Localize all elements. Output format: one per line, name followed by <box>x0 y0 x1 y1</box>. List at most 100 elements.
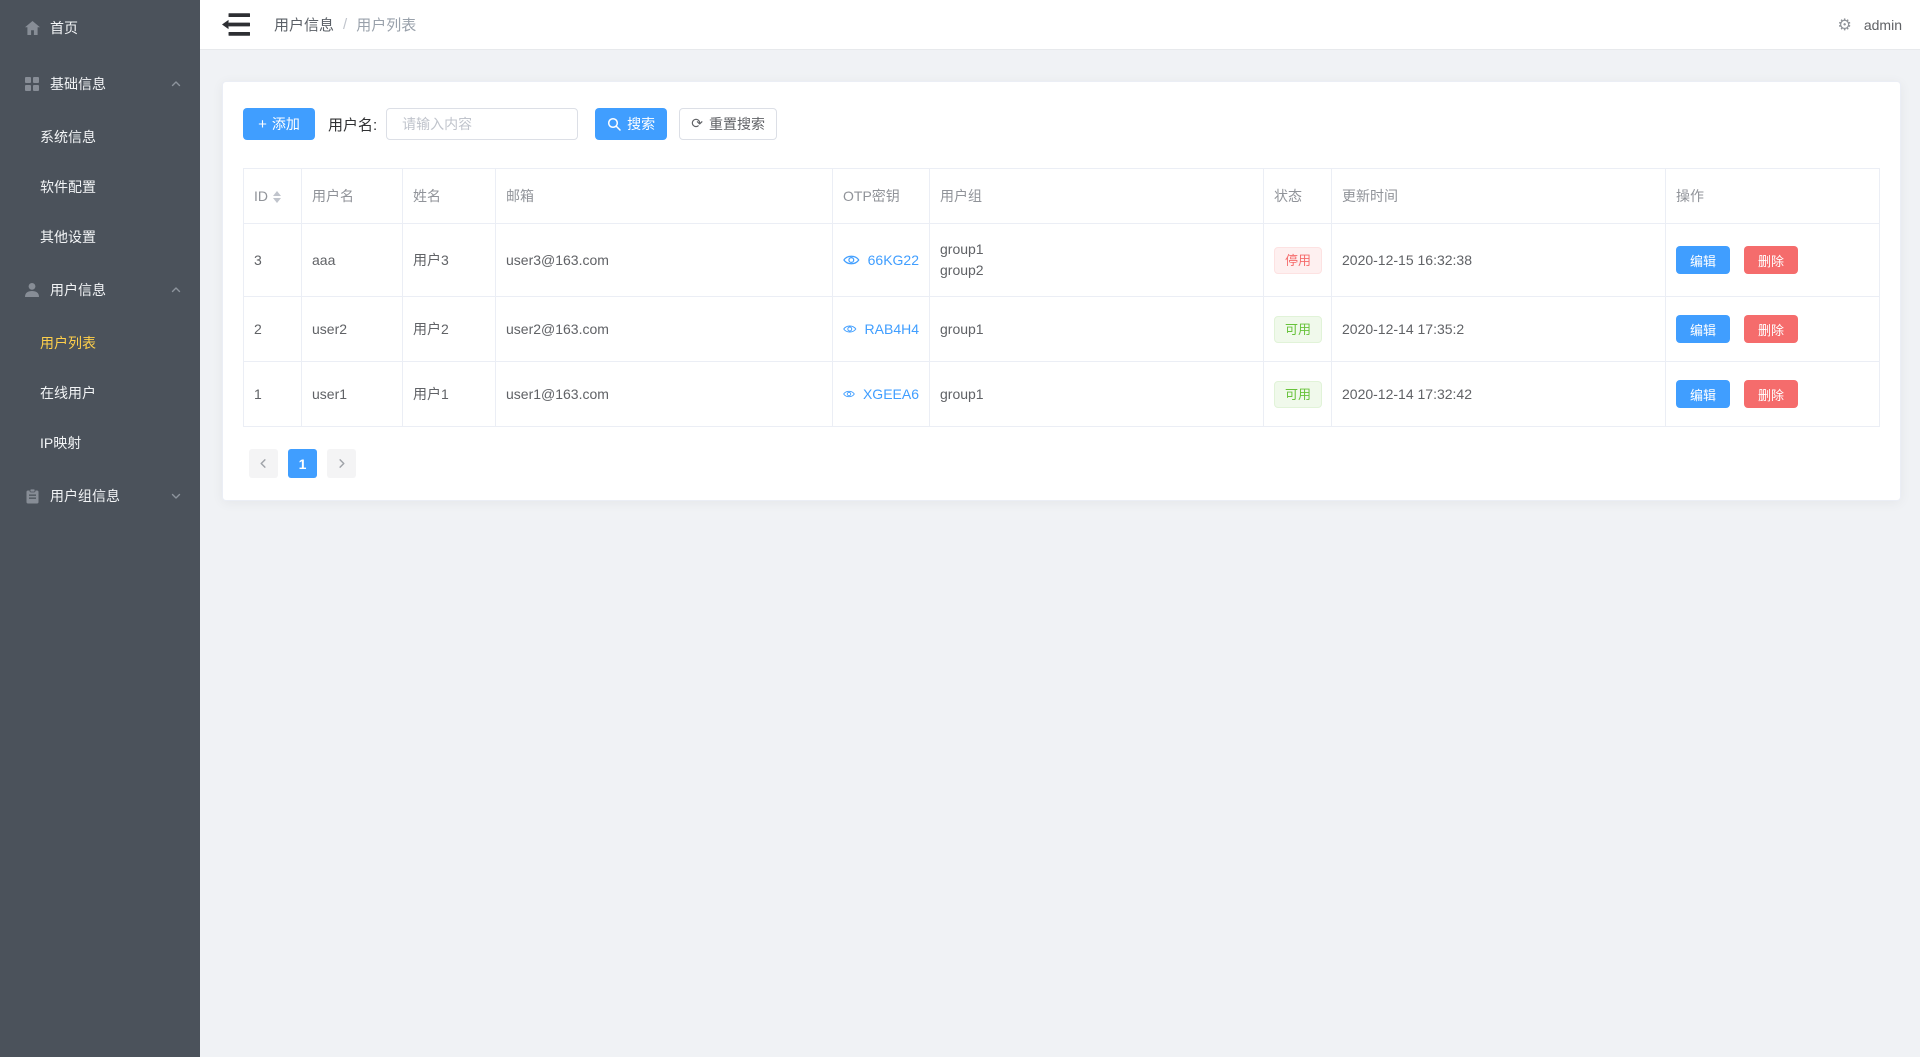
app-root: 首页 基础信息 系统信息 软件配置 其他设置 用户信息 用户列表 在线用户 IP映射 用户组信息 … <box>0 0 1920 1057</box>
breadcrumb-separator: / <box>343 16 348 33</box>
sidebar-subitem-other-settings[interactable]: 其他设置 <box>0 212 200 262</box>
delete-button[interactable]: 删除 <box>1744 315 1799 343</box>
sidebar-subitem-user-list[interactable]: 用户列表 <box>0 318 200 368</box>
chevron-down-icon <box>170 490 182 502</box>
sort-icon[interactable] <box>273 191 281 204</box>
group-name: group1 <box>940 241 984 257</box>
column-header-label: 操作 <box>1676 188 1704 204</box>
user-table: ID 用户名 姓名 邮箱 OTP密钥 用户组 状态 更新时间 操作 3 aaa 用户3 user3@1… <box>243 168 1880 427</box>
breadcrumb: 用户信息 / 用户列表 <box>274 14 416 35</box>
chevron-up-icon <box>170 284 182 296</box>
otp-key-link[interactable]: XGEEA6 <box>863 386 919 402</box>
column-header[interactable]: ID <box>243 168 302 224</box>
content-area: + 添加 用户名: 搜索 ⟳ 重置搜索 <box>200 50 1920 501</box>
cell-id: 2 <box>243 296 302 362</box>
toolbar: + 添加 用户名: 搜索 ⟳ 重置搜索 <box>243 108 1880 140</box>
sidebar: 首页基础信息系统信息软件配置其他设置用户信息用户列表在线用户 IP映射用户组信息 <box>0 0 200 1057</box>
chevron-right-icon <box>339 459 345 468</box>
column-header: 邮箱 <box>495 168 833 224</box>
pagination-page-1[interactable]: 1 <box>288 449 317 478</box>
edit-button[interactable]: 编辑 <box>1676 246 1731 274</box>
cell-actions: 编辑 删除 <box>1665 223 1880 297</box>
eye-icon[interactable] <box>843 322 857 336</box>
breadcrumb-item-user-list: 用户列表 <box>356 17 417 34</box>
column-header-label: 用户名 <box>312 188 354 204</box>
otp-key-link[interactable]: RAB4H4 <box>865 321 919 337</box>
search-button[interactable]: 搜索 <box>595 108 668 140</box>
group-name: group1 <box>940 385 984 402</box>
status-badge: 可用 <box>1274 315 1323 343</box>
home-icon <box>24 20 40 36</box>
sidebar-subitem-software-config[interactable]: 软件配置 <box>0 162 200 212</box>
cell-username: user2 <box>301 296 403 362</box>
edit-button[interactable]: 编辑 <box>1676 315 1731 343</box>
sidebar-item-user-info[interactable]: 用户信息 <box>0 262 200 318</box>
cell-groups: group1 group2 <box>929 223 1264 297</box>
eye-icon[interactable] <box>843 253 860 267</box>
user-list-card: + 添加 用户名: 搜索 ⟳ 重置搜索 <box>222 81 1901 501</box>
sidebar-item-home[interactable]: 首页 <box>0 0 200 56</box>
cell-actions: 编辑 删除 <box>1665 296 1880 362</box>
sidebar-subitem-label: 在线用户 <box>40 385 96 401</box>
column-header-label: 姓名 <box>413 188 441 204</box>
cell-otp: RAB4H4 <box>832 296 930 362</box>
table-body: 3 aaa 用户3 user3@163.com 66KG22 group1 group2 停用… <box>243 223 1880 427</box>
breadcrumb-item-user-info[interactable]: 用户信息 <box>274 14 334 35</box>
column-header: 用户组 <box>929 168 1264 224</box>
cell-name: 用户3 <box>402 223 496 297</box>
cell-name: 用户2 <box>402 296 496 362</box>
column-header: 操作 <box>1665 168 1880 224</box>
cell-id: 1 <box>243 361 302 427</box>
edit-button[interactable]: 编辑 <box>1676 380 1731 408</box>
sidebar-subitem-label: 用户列表 <box>40 335 96 351</box>
sidebar-item-label: 用户组信息 <box>50 488 120 504</box>
sidebar-subitem-label: 其他设置 <box>40 229 96 245</box>
cell-status: 停用 <box>1263 223 1332 297</box>
column-header-label: 更新时间 <box>1342 188 1398 204</box>
cell-email: user1@163.com <box>495 361 833 427</box>
current-user[interactable]: admin <box>1864 17 1902 33</box>
cell-status: 可用 <box>1263 361 1332 427</box>
plus-icon: + <box>258 115 267 133</box>
cell-otp: 66KG22 <box>832 223 930 297</box>
sidebar-subitem-ip-mapping[interactable]: IP映射 <box>0 418 200 468</box>
main-column: 用户信息 / 用户列表 ⚙ admin + 添加 用户名: 请输入内容 搜索 ⟳… <box>200 0 1920 1057</box>
table-row: 2 user2 用户2 user2@163.com RAB4H4 group1 可用 2020… <box>243 296 1880 362</box>
column-header-label: ID <box>254 188 268 204</box>
status-badge: 停用 <box>1274 246 1323 274</box>
pagination-prev-button[interactable] <box>249 449 278 478</box>
grid-icon <box>24 76 40 92</box>
cell-status: 可用 <box>1263 296 1332 362</box>
sidebar-subitem-online-users[interactable]: 在线用户 <box>0 368 200 418</box>
table-row: 1 user1 用户1 user1@163.com XGEEA6 group1 可用 2020… <box>243 361 1880 427</box>
reset-search-button[interactable]: ⟳ 重置搜索 <box>679 108 778 140</box>
cell-updated: 2020-12-14 17:35:2 <box>1331 296 1666 362</box>
eye-icon[interactable] <box>843 387 855 401</box>
group-name: group2 <box>940 262 984 278</box>
username-search-input[interactable] <box>386 108 579 140</box>
sidebar-item-user-group-info[interactable]: 用户组信息 <box>0 468 200 524</box>
column-header-label: 状态 <box>1274 188 1302 204</box>
pagination-next-button[interactable] <box>327 449 356 478</box>
cell-name: 用户1 <box>402 361 496 427</box>
table-row: 3 aaa 用户3 user3@163.com 66KG22 group1 group2 停用… <box>243 223 1880 297</box>
delete-button[interactable]: 删除 <box>1744 246 1799 274</box>
delete-button[interactable]: 删除 <box>1744 380 1799 408</box>
sidebar-fold-icon[interactable] <box>222 13 250 36</box>
sidebar-subitem-system-info[interactable]: 系统信息 <box>0 112 200 162</box>
topbar-right: ⚙ admin <box>1838 16 1902 33</box>
cell-groups: group1 <box>929 296 1264 362</box>
gear-icon[interactable]: ⚙ <box>1838 16 1852 33</box>
status-badge: 可用 <box>1274 380 1323 408</box>
cell-actions: 编辑 删除 <box>1665 361 1880 427</box>
column-header-label: 用户组 <box>940 188 982 204</box>
search-icon <box>608 117 621 131</box>
sidebar-item-basic-info[interactable]: 基础信息 <box>0 56 200 112</box>
otp-key-link[interactable]: 66KG22 <box>868 252 919 268</box>
column-header: 姓名 <box>402 168 496 224</box>
sidebar-item-label: 首页 <box>50 20 78 36</box>
table-header-row: ID 用户名 姓名 邮箱 OTP密钥 用户组 状态 更新时间 操作 <box>243 168 1880 224</box>
sidebar-subitem-label: 系统信息 <box>40 129 96 145</box>
add-button[interactable]: + 添加 <box>243 108 315 140</box>
column-header: 更新时间 <box>1331 168 1666 224</box>
